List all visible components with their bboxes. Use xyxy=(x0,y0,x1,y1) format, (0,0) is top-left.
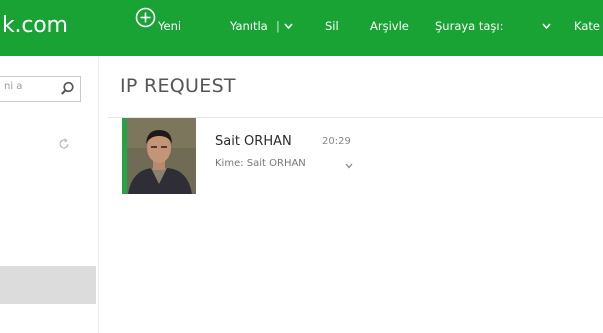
plus-circle-icon[interactable] xyxy=(135,7,156,28)
categories-button[interactable]: Kate xyxy=(574,16,600,36)
archive-button[interactable]: Arşivle xyxy=(370,16,409,36)
avatar-accent xyxy=(122,118,127,194)
delete-button[interactable]: Sil xyxy=(325,16,339,36)
sent-time: 20:29 xyxy=(322,136,351,147)
chevron-down-icon[interactable] xyxy=(542,23,551,29)
search-icon[interactable] xyxy=(60,81,75,96)
message-subject: IP REQUEST xyxy=(120,75,236,97)
brand-title[interactable]: k.com xyxy=(2,11,68,41)
avatar-photo xyxy=(122,118,196,194)
move-to-button[interactable]: Şuraya taşı: xyxy=(435,16,504,36)
chevron-down-icon[interactable] xyxy=(345,163,353,169)
reply-separator: | xyxy=(276,19,280,33)
recipients-line[interactable]: Kime: Sait ORHAN xyxy=(215,158,306,169)
sender-name[interactable]: Sait ORHAN xyxy=(215,134,292,149)
top-command-bar: k.com Yeni Yanıtla | Sil Arşivle Şuraya … xyxy=(0,0,603,56)
new-button[interactable]: Yeni xyxy=(158,16,181,36)
chevron-down-icon[interactable] xyxy=(284,23,293,29)
refresh-icon[interactable] xyxy=(58,138,70,150)
search-input[interactable]: ni a xyxy=(0,76,81,102)
reply-button[interactable]: Yanıtla xyxy=(230,16,268,36)
selected-message-row[interactable] xyxy=(0,266,96,304)
search-text: ni a xyxy=(4,81,23,92)
folder-pane: ni a xyxy=(0,56,99,333)
avatar[interactable] xyxy=(122,118,196,194)
